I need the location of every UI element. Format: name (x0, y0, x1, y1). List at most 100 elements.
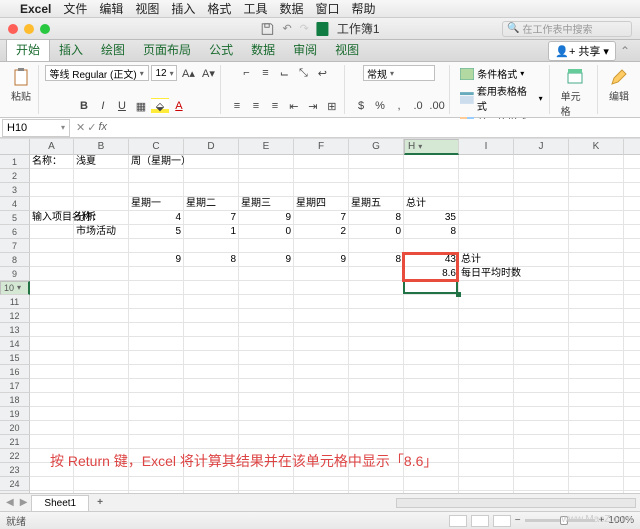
italic-button[interactable]: I (94, 98, 112, 114)
col-header-I[interactable]: I (459, 139, 514, 155)
row-header-23[interactable]: 23 (0, 463, 30, 477)
cell-C17[interactable] (129, 379, 184, 393)
cell-J3[interactable] (514, 183, 569, 197)
row-header-24[interactable]: 24 (0, 477, 30, 491)
cell-J11[interactable] (514, 295, 569, 309)
row-header-17[interactable]: 17 (0, 379, 30, 393)
cell-D25[interactable] (184, 491, 239, 493)
col-header-L[interactable]: L (624, 139, 640, 155)
cell-E25[interactable] (239, 491, 294, 493)
cell-A6[interactable] (30, 225, 74, 239)
cell-K22[interactable] (569, 449, 624, 463)
cell-A3[interactable] (30, 183, 74, 197)
cell-E4[interactable]: 星期三 (239, 197, 294, 211)
cell-F15[interactable] (294, 351, 349, 365)
cell-A8[interactable] (30, 253, 74, 267)
cell-C15[interactable] (129, 351, 184, 365)
cell-C1[interactable]: 周（星期一） (129, 155, 184, 169)
cell-E1[interactable] (239, 155, 294, 169)
cell-J15[interactable] (514, 351, 569, 365)
cell-D2[interactable] (184, 169, 239, 183)
cell-H17[interactable] (404, 379, 459, 393)
add-sheet-icon[interactable]: + (91, 497, 109, 508)
cell-B12[interactable] (74, 309, 129, 323)
cell-B2[interactable] (74, 169, 129, 183)
cell-D17[interactable] (184, 379, 239, 393)
cell-D4[interactable]: 星期二 (184, 197, 239, 211)
cell-D7[interactable] (184, 239, 239, 253)
cell-F20[interactable] (294, 421, 349, 435)
cell-H10[interactable] (404, 281, 459, 295)
cell-H7[interactable] (404, 239, 459, 253)
cell-J24[interactable] (514, 477, 569, 491)
cell-E16[interactable] (239, 365, 294, 379)
cell-D1[interactable] (184, 155, 239, 169)
row-header-3[interactable]: 3 (0, 183, 30, 197)
cell-C8[interactable]: 9 (129, 253, 184, 267)
font-color-button[interactable]: A (170, 98, 188, 114)
cell-J22[interactable] (514, 449, 569, 463)
cell-A20[interactable] (30, 421, 74, 435)
cell-D14[interactable] (184, 337, 239, 351)
col-header-A[interactable]: A (30, 139, 74, 155)
cell-L23[interactable] (624, 463, 640, 477)
cell-D3[interactable] (184, 183, 239, 197)
cell-F2[interactable] (294, 169, 349, 183)
row-header-8[interactable]: 8 (0, 253, 30, 267)
tab-draw[interactable]: 绘图 (92, 38, 134, 61)
cell-G13[interactable] (349, 323, 404, 337)
cell-I16[interactable] (459, 365, 514, 379)
cell-A11[interactable] (30, 295, 74, 309)
name-box[interactable]: H10▾ (2, 119, 70, 137)
cell-L6[interactable] (624, 225, 640, 239)
fx-icon[interactable]: fx (98, 121, 107, 134)
cell-H18[interactable] (404, 393, 459, 407)
cell-H19[interactable] (404, 407, 459, 421)
cell-I21[interactable] (459, 435, 514, 449)
cell-D20[interactable] (184, 421, 239, 435)
cell-C25[interactable] (129, 491, 184, 493)
wrap-text-icon[interactable]: ↩ (313, 65, 331, 81)
indent-right-icon[interactable]: ⇥ (304, 98, 322, 114)
cell-H4[interactable]: 总计 (404, 197, 459, 211)
cell-H2[interactable] (404, 169, 459, 183)
col-header-H[interactable]: H (404, 139, 459, 155)
currency-icon[interactable]: $ (352, 98, 370, 114)
edit-button[interactable]: 编辑 (606, 65, 632, 105)
cell-H21[interactable] (404, 435, 459, 449)
cell-D15[interactable] (184, 351, 239, 365)
cell-F21[interactable] (294, 435, 349, 449)
cell-J7[interactable] (514, 239, 569, 253)
cell-D5[interactable]: 7 (184, 211, 239, 225)
cell-J13[interactable] (514, 323, 569, 337)
cell-L5[interactable] (624, 211, 640, 225)
menu-tools[interactable]: 工具 (243, 0, 267, 17)
cell-G8[interactable]: 8 (349, 253, 404, 267)
cell-I12[interactable] (459, 309, 514, 323)
cell-K4[interactable] (569, 197, 624, 211)
col-header-J[interactable]: J (514, 139, 569, 155)
cell-F25[interactable] (294, 491, 349, 493)
cell-A14[interactable] (30, 337, 74, 351)
view-normal-icon[interactable] (449, 515, 467, 527)
cell-J25[interactable] (514, 491, 569, 493)
cell-E24[interactable] (239, 477, 294, 491)
cell-J14[interactable] (514, 337, 569, 351)
cell-I7[interactable] (459, 239, 514, 253)
save-icon[interactable] (260, 22, 274, 36)
cell-H11[interactable] (404, 295, 459, 309)
cell-I13[interactable] (459, 323, 514, 337)
col-header-K[interactable]: K (569, 139, 624, 155)
cell-B17[interactable] (74, 379, 129, 393)
cell-K10[interactable] (569, 281, 624, 295)
cell-H3[interactable] (404, 183, 459, 197)
cell-H24[interactable] (404, 477, 459, 491)
cell-C20[interactable] (129, 421, 184, 435)
paste-button[interactable]: 粘贴 (8, 65, 34, 105)
cell-B8[interactable] (74, 253, 129, 267)
cell-G10[interactable] (349, 281, 404, 295)
cell-I23[interactable] (459, 463, 514, 477)
row-header-9[interactable]: 9 (0, 267, 30, 281)
cell-A18[interactable] (30, 393, 74, 407)
dec-decimal-icon[interactable]: .00 (428, 98, 446, 114)
